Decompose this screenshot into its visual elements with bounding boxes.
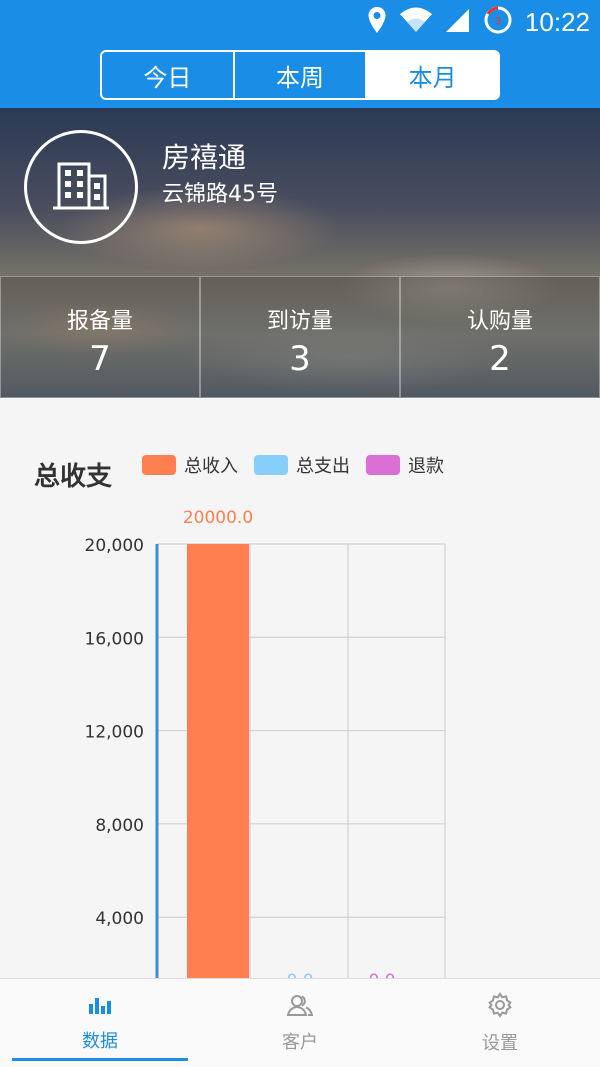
- nav-customers[interactable]: 客户: [200, 979, 400, 1067]
- legend-swatch: [142, 455, 176, 475]
- legend-label: 总收入: [184, 456, 238, 477]
- project-name: 房禧通: [162, 141, 247, 174]
- legend-swatch: [254, 455, 288, 475]
- chart-title: 总收支: [34, 462, 113, 492]
- tab-week[interactable]: 本周: [235, 52, 368, 98]
- legend-item-expense[interactable]: 总支出: [254, 452, 350, 478]
- nav-label: 设置: [482, 1032, 518, 1054]
- stat-label: 到访量: [266, 309, 333, 334]
- nav-label: 数据: [82, 1030, 118, 1052]
- top-bar: 3 10:22 今日 本周 本月: [0, 0, 600, 108]
- stat-value: 3: [289, 339, 311, 379]
- legend-item-income[interactable]: 总收入: [142, 452, 238, 478]
- stat-subscriptions[interactable]: 认购量 2: [400, 276, 600, 398]
- project-address: 云锦路45号: [162, 182, 278, 207]
- stat-label: 报备量: [66, 309, 133, 334]
- legend-swatch: [366, 455, 400, 475]
- y-tick-label: 16,000: [85, 629, 144, 649]
- bar-value-label: 0.0: [286, 971, 313, 978]
- battery-ring-icon: 3: [483, 5, 513, 39]
- signal-icon: [445, 7, 471, 37]
- tab-today[interactable]: 今日: [102, 52, 235, 98]
- stat-value: 2: [489, 339, 511, 379]
- wifi-icon: [399, 7, 433, 37]
- project-hero: 房禧通 云锦路45号 报备量 7 到访量 3 认购量 2: [0, 108, 600, 398]
- bottom-nav: 数据 客户 设置: [0, 978, 600, 1067]
- legend-label: 退款: [408, 456, 444, 477]
- tab-month[interactable]: 本月: [367, 52, 498, 98]
- people-icon: [286, 993, 314, 1022]
- stats-row: 报备量 7 到访量 3 认购量 2: [0, 276, 600, 398]
- bar-chart-icon: [87, 994, 113, 1021]
- y-tick-label: 8,000: [95, 816, 144, 836]
- project-avatar: [24, 130, 138, 244]
- stat-label: 认购量: [466, 309, 533, 334]
- gear-icon: [487, 991, 513, 1023]
- battery-badge: 3: [495, 16, 501, 28]
- bar-chart: 20,000 16,000 12,000 8,000 4,000 20000.0 0.0 0.…: [85, 508, 446, 978]
- bar-value-label: 0.0: [368, 971, 395, 978]
- legend-label: 总支出: [296, 456, 350, 477]
- bar-value-label: 20000.0: [183, 508, 253, 528]
- nav-data[interactable]: 数据: [0, 979, 200, 1067]
- stat-value: 7: [89, 339, 111, 379]
- y-tick-label: 20,000: [85, 536, 144, 556]
- location-icon: [367, 6, 387, 38]
- chart-legend: 总收入 总支出 退款: [142, 452, 460, 478]
- y-tick-label: 12,000: [85, 723, 144, 743]
- active-tab-indicator: [12, 1058, 188, 1061]
- status-time: 10:22: [524, 6, 590, 37]
- nav-settings[interactable]: 设置: [400, 979, 600, 1067]
- status-bar: 3 10:22: [0, 0, 600, 44]
- legend-item-refund[interactable]: 退款: [366, 452, 444, 478]
- stat-visits[interactable]: 到访量 3: [200, 276, 400, 398]
- y-tick-label: 4,000: [95, 909, 144, 929]
- bar: [187, 544, 249, 978]
- stat-reported[interactable]: 报备量 7: [0, 276, 200, 398]
- period-tabs: 今日 本周 本月: [100, 50, 500, 100]
- building-icon: [51, 158, 111, 216]
- nav-label: 客户: [282, 1031, 318, 1053]
